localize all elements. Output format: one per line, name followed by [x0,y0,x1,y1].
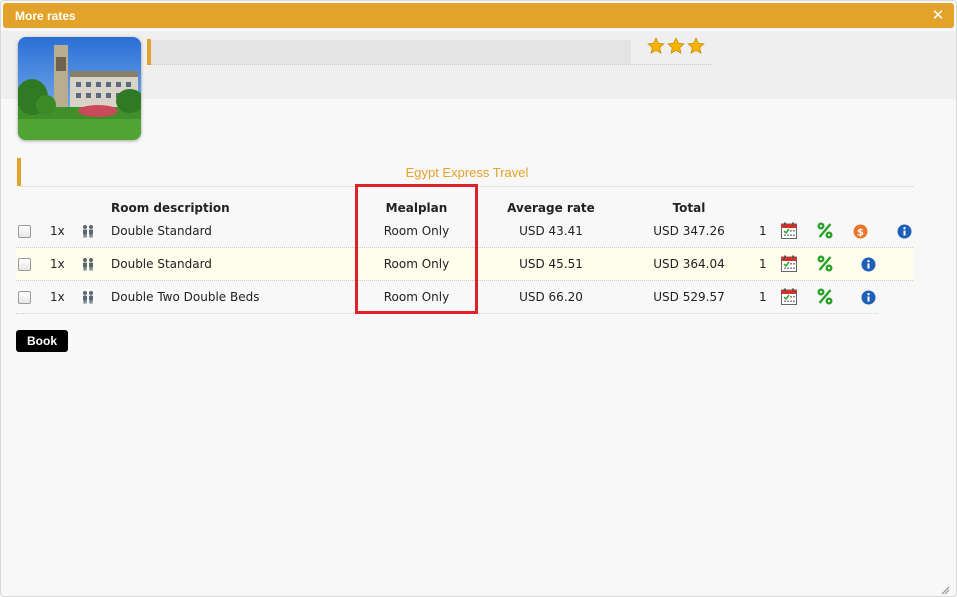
room-count: 1 [759,290,767,304]
header-total: Total [672,201,706,215]
mealplan-highlight-box [355,184,478,314]
header-room-description: Room description [111,201,230,215]
room-count: 1 [759,257,767,271]
resize-grip-icon[interactable] [940,584,950,595]
row-select-checkbox[interactable] [18,291,31,304]
occupancy-icon [81,224,95,241]
row-select-checkbox[interactable] [18,258,31,271]
book-button[interactable]: Book [16,330,68,352]
info-icon[interactable] [897,224,912,242]
svg-text:$: $ [857,228,864,239]
hotel-rating [647,37,705,57]
more-rates-dialog: More rates ✕ Egypt Express Travel Room d… [0,0,957,597]
average-rate-value: USD 66.20 [519,290,583,304]
room-quantity: 1x [50,290,65,304]
room-description: Double Standard [111,257,212,271]
table-row: 1x Double Two Double Beds Room Only USD … [1,281,956,314]
agency-name: Egypt Express Travel [405,165,529,180]
calendar-icon[interactable] [781,222,797,242]
dialog-title: More rates [15,9,76,23]
room-quantity: 1x [50,257,65,271]
room-count: 1 [759,224,767,238]
table-row: 1x Double Standard Room Only USD 45.51 U… [1,248,956,281]
total-value: USD 347.26 [653,224,725,238]
room-quantity: 1x [50,224,65,238]
total-value: USD 529.57 [653,290,725,304]
room-description: Double Standard [111,224,212,238]
discount-icon[interactable] [817,288,833,308]
occupancy-icon [81,290,95,307]
hotel-photo [18,37,141,140]
discount-icon[interactable] [817,222,833,242]
info-icon[interactable] [861,290,876,308]
discount-icon[interactable] [817,255,833,275]
header-average-rate: Average rate [507,201,595,215]
calendar-icon[interactable] [781,255,797,275]
star-icon [647,37,665,54]
room-description: Double Two Double Beds [111,290,260,304]
occupancy-icon [81,257,95,274]
calendar-icon[interactable] [781,288,797,308]
average-rate-value: USD 45.51 [519,257,583,271]
total-value: USD 364.04 [653,257,725,271]
table-row: 1x Double Standard Room Only USD 43.41 U… [1,215,956,248]
hotel-name-divider [151,64,711,65]
average-rate-value: USD 43.41 [519,224,583,238]
info-icon[interactable] [861,257,876,275]
hotel-name-placeholder [151,40,631,64]
dollar-icon[interactable]: $ [853,224,868,242]
dialog-titlebar[interactable]: More rates ✕ [3,3,954,28]
star-icon [687,37,705,54]
close-icon[interactable]: ✕ [930,6,946,24]
row-select-checkbox[interactable] [18,225,31,238]
star-icon [667,37,685,54]
